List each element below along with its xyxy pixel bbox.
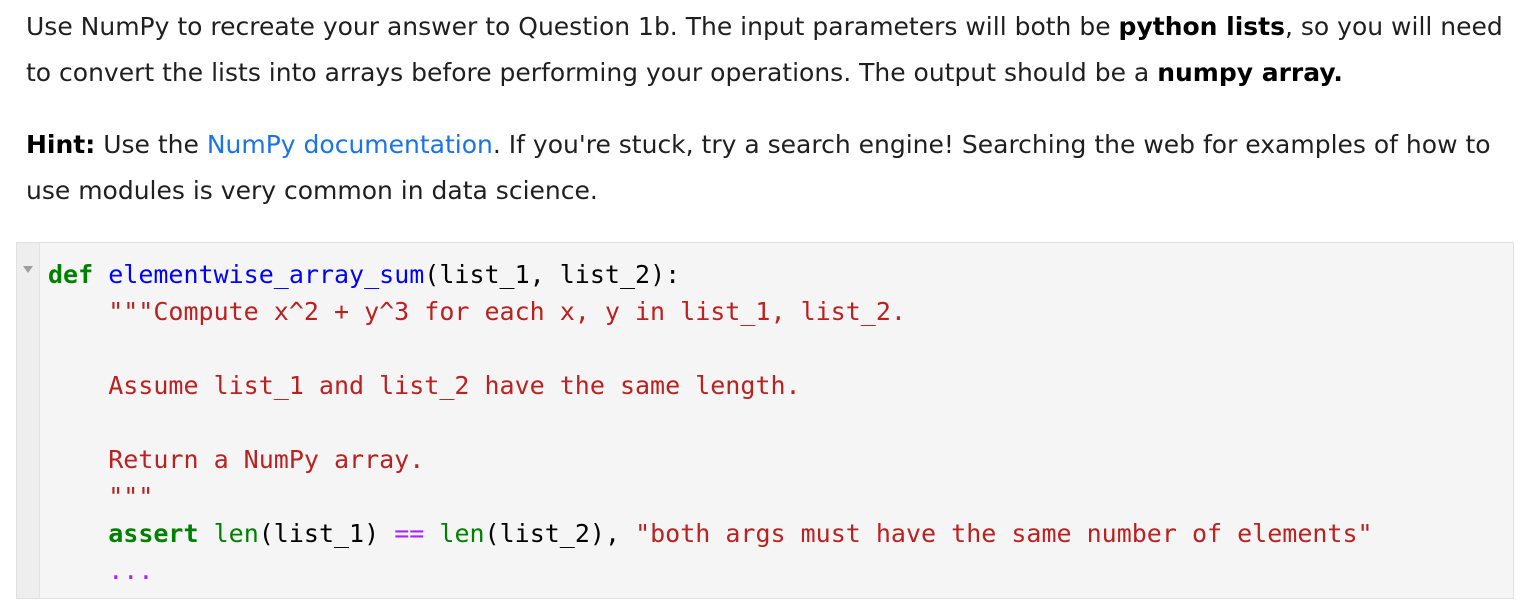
ellipsis: ... [108, 556, 154, 585]
collapse-triangle-icon[interactable] [23, 266, 33, 273]
python-lists-bold: python lists [1118, 12, 1286, 41]
assert-message-string: "both args must have the same number of … [635, 519, 1373, 548]
instructions-paragraph: Use NumPy to recreate your answer to Que… [26, 4, 1506, 96]
code-line-2: """Compute x^2 + y^3 for each x, y in li… [48, 297, 906, 326]
code-gutter [17, 243, 40, 598]
len-builtin-2: len [439, 519, 485, 548]
code-cell[interactable]: def elementwise_array_sum(list_1, list_2… [16, 242, 1514, 599]
equality-operator: == [394, 519, 425, 548]
def-keyword: def [48, 260, 94, 289]
code-editor[interactable]: def elementwise_array_sum(list_1, list_2… [48, 256, 1373, 589]
markdown-cell: Use NumPy to recreate your answer to Que… [26, 4, 1506, 214]
code-line-9: ... [48, 556, 153, 585]
code-line-6: Return a NumPy array. [48, 445, 425, 474]
function-params: (list_1, list_2): [424, 260, 681, 289]
instructions-text-1: Use NumPy to recreate your answer to Que… [26, 12, 1119, 41]
function-name: elementwise_array_sum [108, 260, 425, 289]
hint-paragraph: Hint: Use the NumPy documentation. If yo… [26, 122, 1506, 214]
numpy-documentation-link[interactable]: NumPy documentation [207, 130, 493, 159]
code-line-1: def elementwise_array_sum(list_1, list_2… [48, 260, 680, 289]
numpy-array-bold: numpy array. [1157, 58, 1343, 87]
len-builtin: len [213, 519, 259, 548]
hint-text-1: Use the [95, 130, 207, 159]
assert-keyword: assert [108, 519, 199, 548]
hint-label: Hint: [26, 130, 96, 159]
code-line-7: """ [48, 482, 154, 511]
code-line-4: Assume list_1 and list_2 have the same l… [48, 371, 801, 400]
code-line-8: assert len(list_1) == len(list_2), "both… [108, 519, 1373, 548]
